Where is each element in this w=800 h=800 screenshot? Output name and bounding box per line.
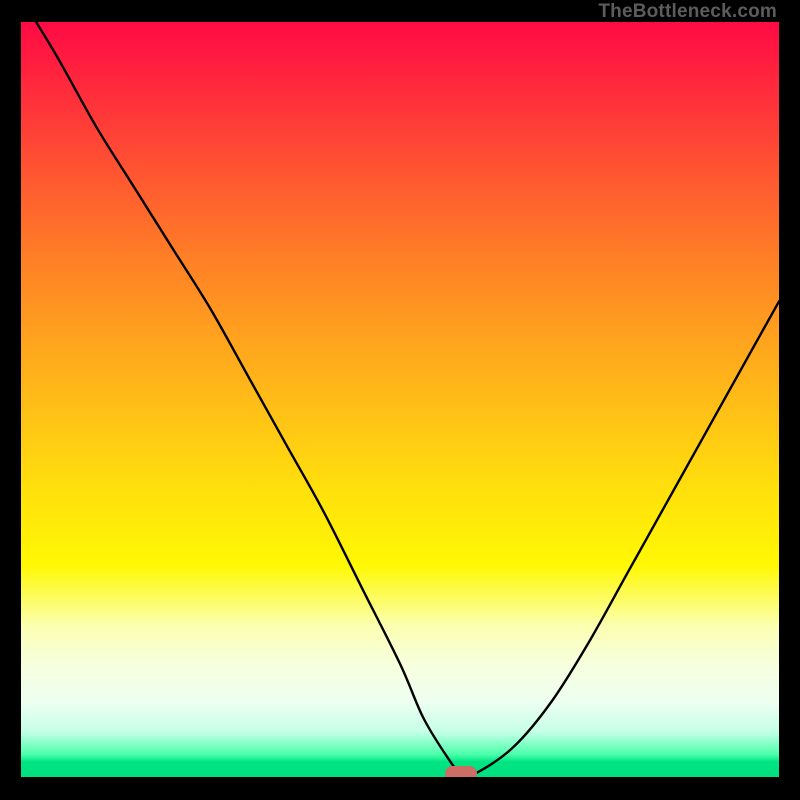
outer-frame: TheBottleneck.com [0,0,800,800]
optimal-marker [445,766,477,777]
curve-path [36,22,779,776]
bottleneck-curve [21,22,779,777]
watermark-text: TheBottleneck.com [598,1,777,23]
plot-area [21,22,779,777]
